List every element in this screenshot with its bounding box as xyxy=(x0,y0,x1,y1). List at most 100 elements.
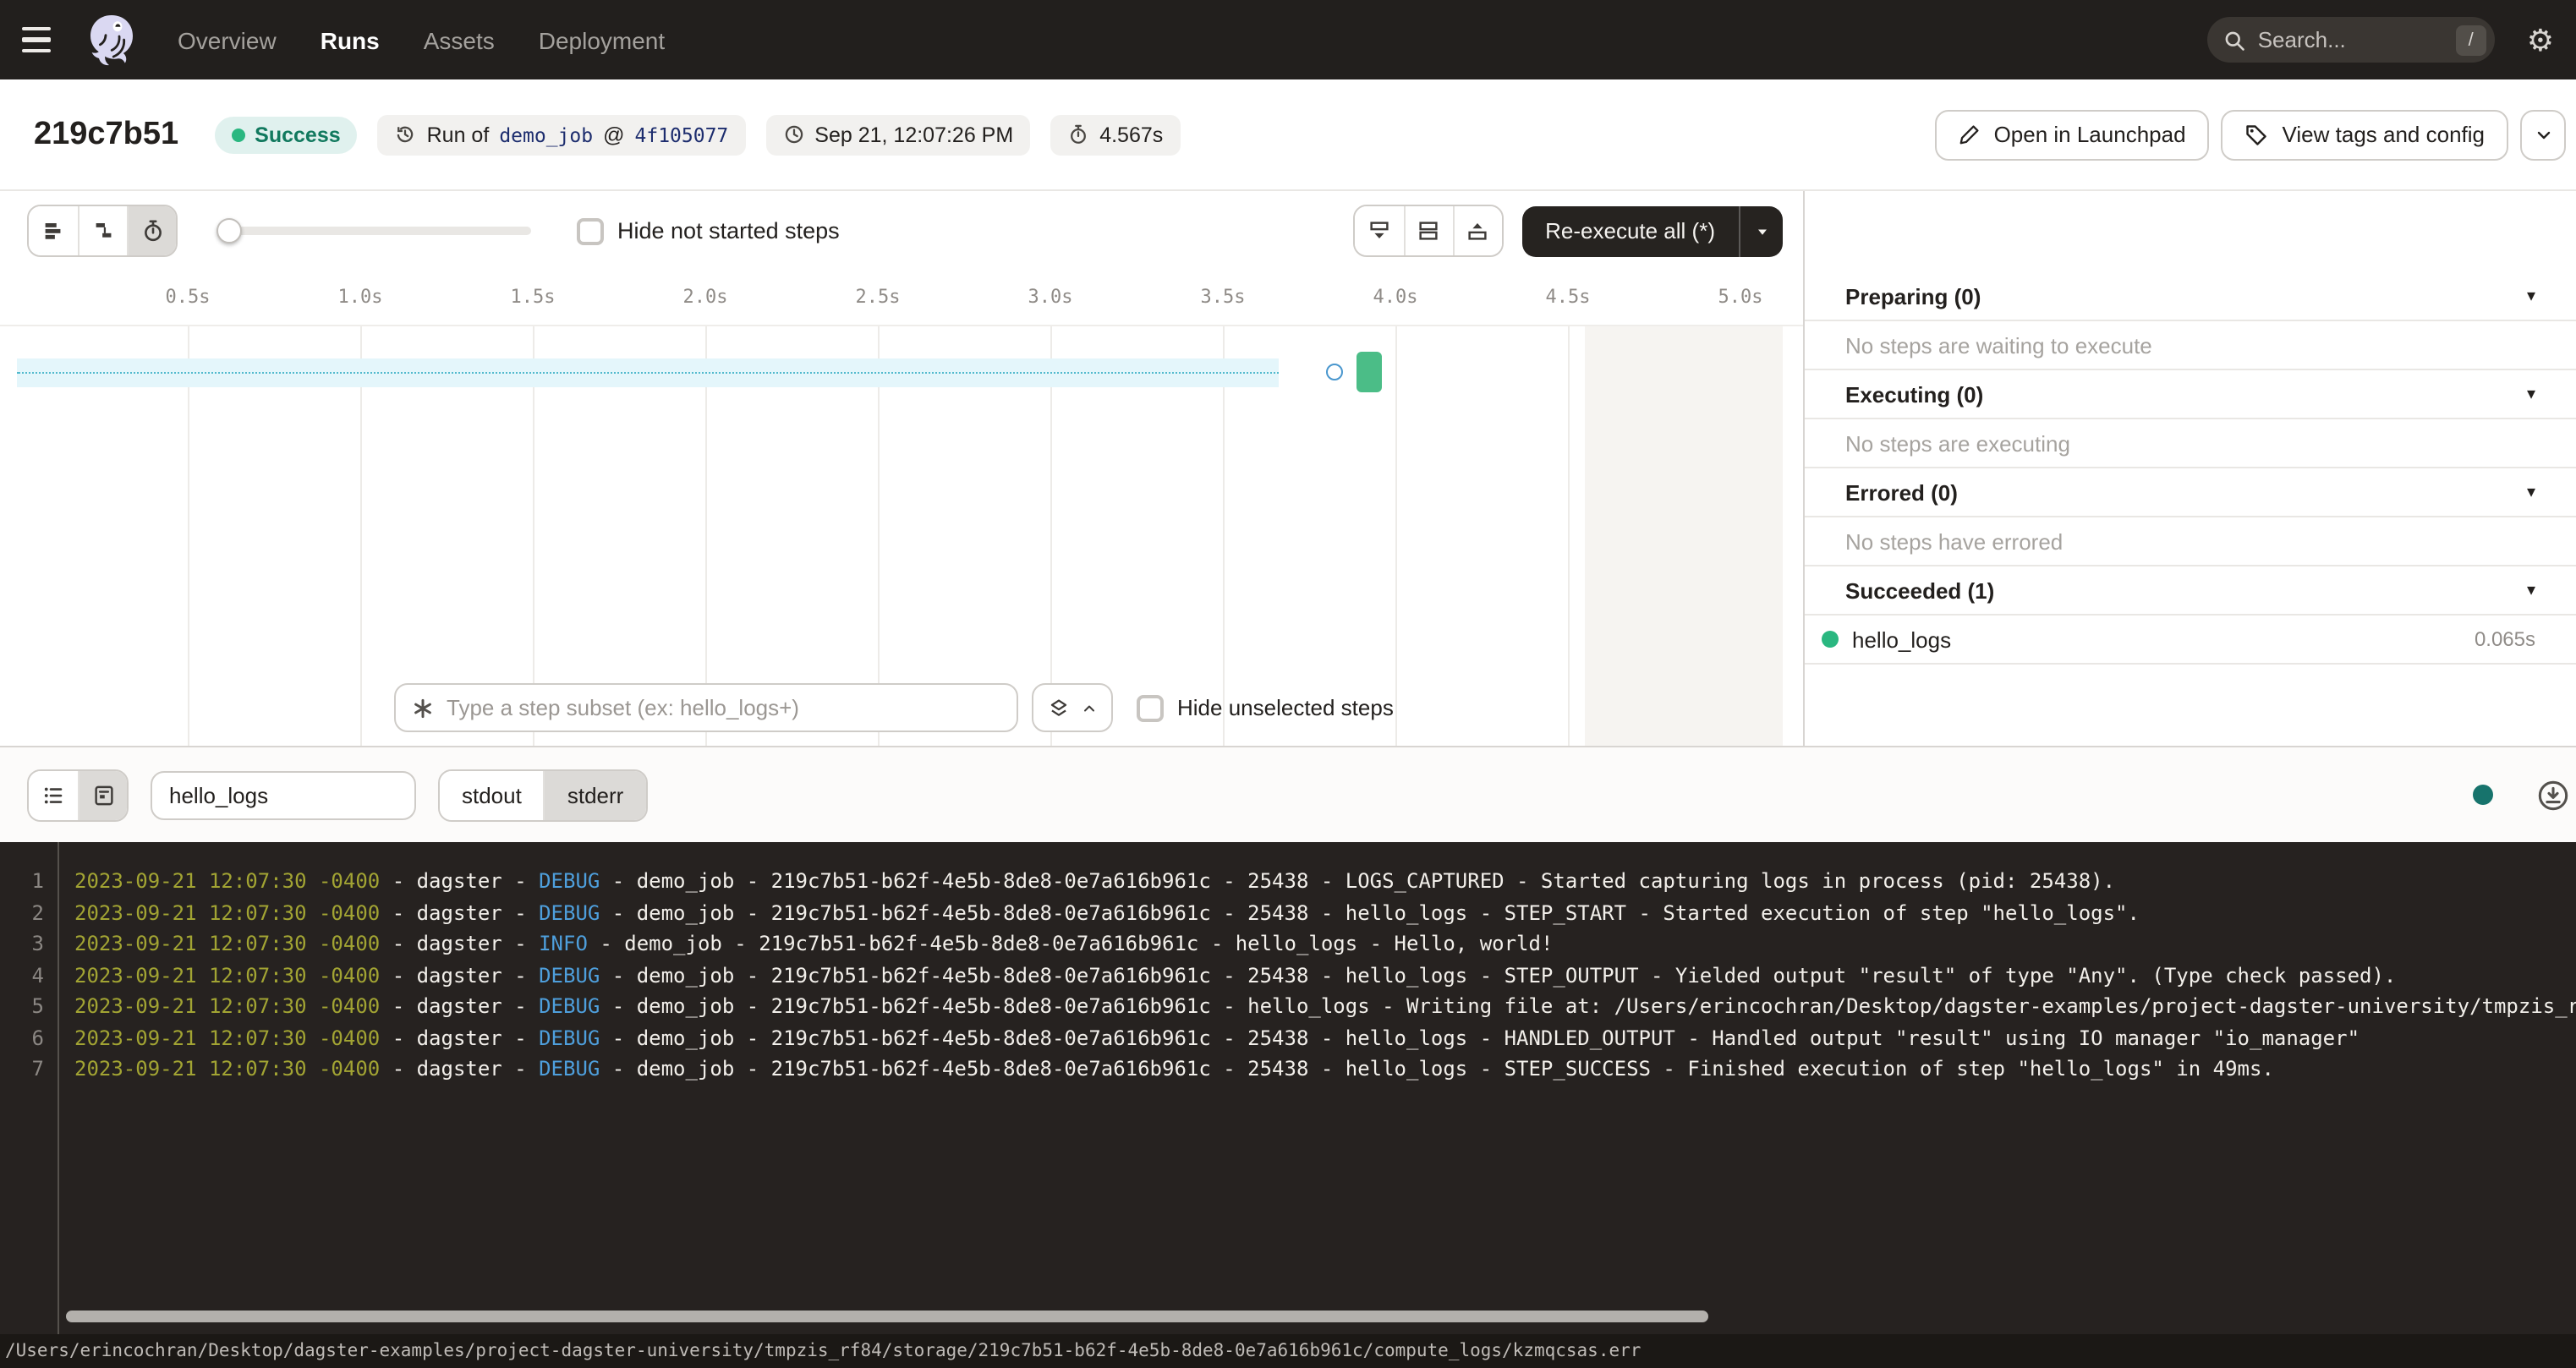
commit-link[interactable]: 4f105077 xyxy=(635,123,729,146)
axis-tick-label: 3.5s xyxy=(1201,286,1246,308)
stdout-stderr-tabs: stdoutstderr xyxy=(438,769,647,821)
raw-log-view-button[interactable] xyxy=(78,770,127,819)
reexecute-all-button[interactable]: Re-execute all (*) xyxy=(1521,205,1783,256)
log-stream-tab[interactable]: stderr xyxy=(544,770,645,819)
section-errored[interactable]: Errored (0) ▾ xyxy=(1805,468,2576,517)
tag-icon xyxy=(2245,123,2269,146)
pencil-icon xyxy=(1959,123,1981,145)
line-number: 7 xyxy=(0,1053,44,1085)
gantt-zoom-slider[interactable] xyxy=(218,206,531,255)
panel-expand-up-icon xyxy=(1465,218,1490,244)
axis-tick-label: 1.0s xyxy=(338,286,383,308)
log-line: 6 2023-09-21 12:07:30 -0400 - dagster - … xyxy=(0,1022,2576,1053)
search-input[interactable] xyxy=(2258,27,2444,52)
axis-tick-label: 4.0s xyxy=(1373,286,1418,308)
gantt-chart: Hide unselected steps xyxy=(0,325,1803,746)
status-badge: Success xyxy=(214,116,357,153)
gridline xyxy=(1395,326,1397,746)
section-preparing[interactable]: Preparing (0) ▾ xyxy=(1805,272,2576,321)
graph-query-toggle-button[interactable] xyxy=(1032,683,1113,732)
expand-top-panel-button[interactable] xyxy=(1452,206,1501,255)
after-run-band xyxy=(1585,326,1783,746)
gridline xyxy=(360,326,362,746)
dagster-logo-icon[interactable] xyxy=(83,11,140,68)
log-line: 1 2023-09-21 12:07:30 -0400 - dagster - … xyxy=(0,866,2576,897)
succeeded-step-row[interactable]: hello_logs 0.065s xyxy=(1805,616,2576,665)
waterfall-view-button[interactable] xyxy=(78,206,127,255)
timed-view-button[interactable] xyxy=(127,206,176,255)
log-text: 2023-09-21 12:07:30 -0400 - dagster - DE… xyxy=(44,866,2115,897)
view-tags-config-button[interactable]: View tags and config xyxy=(2222,109,2508,160)
errored-empty-text: No steps have errored xyxy=(1805,517,2576,566)
success-dot-icon xyxy=(1822,631,1839,648)
chevron-down-icon xyxy=(2533,124,2553,145)
log-file-path: /Users/erincochran/Desktop/dagster-examp… xyxy=(5,1341,1641,1361)
flat-view-button[interactable] xyxy=(29,206,78,255)
step-bar-hello-logs[interactable] xyxy=(1357,352,1382,392)
line-number: 5 xyxy=(0,991,44,1022)
run-duration: 4.567s xyxy=(1099,123,1163,146)
axis-tick-label: 5.0s xyxy=(1718,286,1763,308)
log-text: 2023-09-21 12:07:30 -0400 - dagster - IN… xyxy=(44,928,1553,960)
settings-gear-icon[interactable]: ⚙ xyxy=(2527,25,2554,55)
log-line: 2 2023-09-21 12:07:30 -0400 - dagster - … xyxy=(0,897,2576,928)
layers-icon xyxy=(1047,696,1071,720)
search-shortcut-badge: / xyxy=(2456,25,2486,55)
log-text: 2023-09-21 12:07:30 -0400 - dagster - DE… xyxy=(44,960,2396,991)
step-subset-input[interactable] xyxy=(447,695,1001,720)
open-in-launchpad-button[interactable]: Open in Launchpad xyxy=(1935,109,2210,160)
slider-knob[interactable] xyxy=(216,218,242,244)
console-icon xyxy=(90,782,116,807)
status-bar: /Users/erincochran/Desktop/dagster-examp… xyxy=(0,1334,2576,1368)
line-number: 4 xyxy=(0,960,44,991)
status-dot-icon xyxy=(231,128,244,141)
reexecute-dropdown-caret[interactable] xyxy=(1739,205,1783,256)
log-step-filter-input[interactable] xyxy=(151,770,416,819)
download-log-button[interactable] xyxy=(2537,779,2569,811)
caret-down-icon xyxy=(1753,222,1770,239)
nav-item[interactable]: Assets xyxy=(424,26,495,53)
nav-item[interactable]: Runs xyxy=(321,26,380,53)
log-line: 3 2023-09-21 12:07:30 -0400 - dagster - … xyxy=(0,928,2576,960)
axis-tick-label: 4.5s xyxy=(1546,286,1591,308)
run-header: 219c7b51 Success Run of demo_job @ 4f105… xyxy=(0,79,2576,191)
log-toolbar: stdoutstderr xyxy=(0,747,2576,842)
horizontal-scrollbar[interactable] xyxy=(66,1311,1708,1322)
hide-unselected-checkbox[interactable] xyxy=(1137,694,1164,721)
hamburger-menu-icon[interactable] xyxy=(22,19,63,60)
log-line: 7 2023-09-21 12:07:30 -0400 - dagster - … xyxy=(0,1053,2576,1085)
gantt-time-axis: 0.5s1.0s1.5s2.0s2.5s3.0s3.5s4.0s4.5s5.0s xyxy=(0,271,1803,325)
split-panels-button[interactable] xyxy=(1403,206,1452,255)
line-number: 1 xyxy=(0,866,44,897)
hide-not-started-checkbox[interactable] xyxy=(577,217,604,244)
axis-tick-label: 2.0s xyxy=(683,286,728,308)
raw-log-view: 1 2023-09-21 12:07:30 -0400 - dagster - … xyxy=(0,842,2576,1334)
at-separator: @ xyxy=(603,123,624,146)
op-selector-icon xyxy=(411,696,435,720)
step-duration: 0.065s xyxy=(2475,627,2535,651)
log-stream-tab[interactable]: stdout xyxy=(440,770,544,819)
gantt-pane: Hide not started steps Re-execute xyxy=(0,191,1803,746)
section-caret-icon: ▾ xyxy=(2527,385,2535,403)
structured-log-view-button[interactable] xyxy=(29,770,78,819)
section-succeeded[interactable]: Succeeded (1) ▾ xyxy=(1805,566,2576,616)
section-executing[interactable]: Executing (0) ▾ xyxy=(1805,370,2576,419)
clock-icon xyxy=(782,123,804,145)
nav-item[interactable]: Overview xyxy=(178,26,277,53)
axis-tick-label: 1.5s xyxy=(511,286,556,308)
section-caret-icon: ▾ xyxy=(2527,483,2535,501)
stopwatch-icon xyxy=(1067,123,1089,145)
download-icon xyxy=(2537,779,2569,811)
job-name-link[interactable]: demo_job xyxy=(499,123,593,146)
gridline xyxy=(1568,326,1570,746)
search-bar[interactable]: / xyxy=(2207,17,2495,63)
nav-item[interactable]: Deployment xyxy=(539,26,665,53)
line-number: 2 xyxy=(0,897,44,928)
run-actions-dropdown-button[interactable] xyxy=(2520,109,2566,160)
panel-layout-group xyxy=(1352,205,1503,257)
panel-collapse-down-icon xyxy=(1366,218,1391,244)
gantt-view-mode-group xyxy=(27,205,178,257)
collapse-bottom-panel-button[interactable] xyxy=(1354,206,1403,255)
preparing-empty-text: No steps are waiting to execute xyxy=(1805,321,2576,370)
executing-empty-text: No steps are executing xyxy=(1805,419,2576,468)
